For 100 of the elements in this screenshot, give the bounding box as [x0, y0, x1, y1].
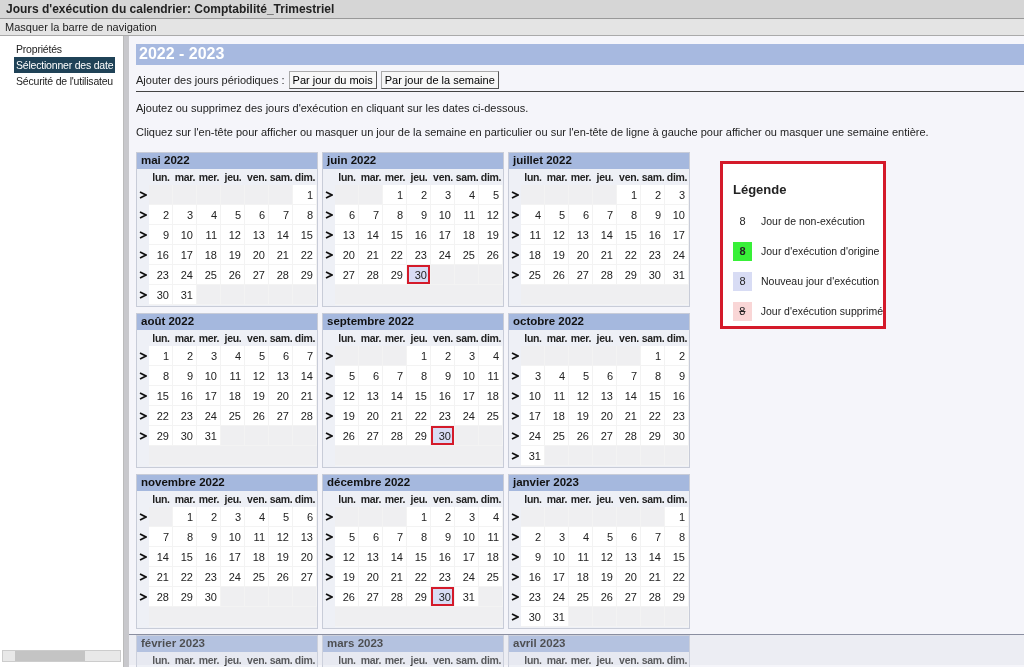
calendar-day[interactable]: 15 [383, 225, 407, 245]
calendar-day[interactable]: 7 [641, 527, 665, 547]
calendar-day[interactable]: 4 [569, 527, 593, 547]
row-toggle-icon[interactable] [139, 352, 147, 360]
calendar-day[interactable]: 17 [221, 547, 245, 567]
calendar-day[interactable]: 19 [479, 225, 503, 245]
calendar-day[interactable]: 22 [149, 406, 173, 426]
calendar-day[interactable]: 9 [407, 205, 431, 225]
row-toggle-icon[interactable] [511, 352, 519, 360]
weekday-header[interactable]: lun. [335, 654, 359, 666]
row-toggle-icon[interactable] [511, 553, 519, 561]
weekday-header[interactable]: ven. [617, 493, 641, 505]
weekday-header[interactable]: mer. [569, 654, 593, 666]
row-toggle-icon[interactable] [139, 211, 147, 219]
calendar-day[interactable]: 3 [545, 527, 569, 547]
calendar-day[interactable]: 12 [593, 547, 617, 567]
calendar-day[interactable]: 9 [431, 366, 455, 386]
calendar-day[interactable]: 25 [479, 406, 503, 426]
row-toggle-icon[interactable] [139, 412, 147, 420]
calendar-day[interactable]: 15 [617, 225, 641, 245]
calendar-day[interactable]: 4 [455, 185, 479, 205]
calendar-day[interactable]: 15 [407, 547, 431, 567]
weekday-header[interactable]: mer. [569, 332, 593, 344]
calendar-day[interactable]: 31 [521, 446, 545, 466]
weekday-header[interactable]: mar. [359, 171, 383, 183]
weekday-header[interactable]: dim. [293, 332, 317, 344]
calendar-day[interactable]: 24 [455, 406, 479, 426]
weekday-header[interactable]: sam. [455, 493, 479, 505]
calendar-day[interactable]: 25 [545, 426, 569, 446]
calendar-day[interactable]: 5 [479, 185, 503, 205]
row-toggle-icon[interactable] [139, 231, 147, 239]
calendar-day[interactable]: 14 [269, 225, 293, 245]
calendar-day[interactable]: 15 [407, 386, 431, 406]
calendar-day[interactable]: 5 [545, 205, 569, 225]
calendar-day[interactable]: 16 [407, 225, 431, 245]
calendar-day[interactable]: 17 [521, 406, 545, 426]
weekday-header[interactable]: jeu. [593, 171, 617, 183]
row-toggle-icon[interactable] [511, 251, 519, 259]
row-toggle-icon[interactable] [139, 553, 147, 561]
calendar-day[interactable]: 23 [665, 406, 689, 426]
calendar-day[interactable]: 25 [197, 265, 221, 285]
calendar-day[interactable]: 13 [293, 527, 317, 547]
calendar-day[interactable]: 7 [269, 205, 293, 225]
calendar-day[interactable]: 10 [197, 366, 221, 386]
row-toggle-icon[interactable] [511, 231, 519, 239]
calendar-day[interactable]: 27 [335, 265, 359, 285]
calendar-day[interactable]: 27 [593, 426, 617, 446]
calendar-day[interactable]: 3 [521, 366, 545, 386]
row-toggle-icon[interactable] [325, 432, 333, 440]
calendar-day[interactable]: 19 [545, 245, 569, 265]
row-toggle-icon[interactable] [325, 412, 333, 420]
calendar-day[interactable]: 2 [197, 507, 221, 527]
row-toggle-icon[interactable] [511, 513, 519, 521]
calendar-day[interactable]: 10 [431, 205, 455, 225]
calendar-day[interactable]: 30 [149, 285, 173, 305]
calendar-day[interactable]: 12 [545, 225, 569, 245]
row-toggle-icon[interactable] [139, 573, 147, 581]
calendar-day[interactable]: 13 [269, 366, 293, 386]
calendar-day[interactable]: 18 [197, 245, 221, 265]
row-toggle-icon[interactable] [511, 613, 519, 621]
calendar-day[interactable]: 1 [407, 346, 431, 366]
calendar-day[interactable]: 8 [641, 366, 665, 386]
calendar-day[interactable]: 19 [569, 406, 593, 426]
weekday-header[interactable]: ven. [431, 171, 455, 183]
calendar-day[interactable]: 30 [641, 265, 665, 285]
calendar-day[interactable]: 29 [407, 426, 431, 446]
calendar-day[interactable]: 31 [545, 607, 569, 627]
calendar-day[interactable]: 14 [383, 547, 407, 567]
calendar-day[interactable]: 21 [383, 567, 407, 587]
calendar-day[interactable]: 26 [221, 265, 245, 285]
calendar-day[interactable]: 14 [149, 547, 173, 567]
calendar-day[interactable]: 15 [293, 225, 317, 245]
calendar-day[interactable]: 13 [617, 547, 641, 567]
calendar-day[interactable]: 3 [431, 185, 455, 205]
calendar-day[interactable]: 7 [383, 527, 407, 547]
calendar-day[interactable]: 1 [665, 507, 689, 527]
calendar-day[interactable]: 3 [665, 185, 689, 205]
calendar-day[interactable]: 18 [245, 547, 269, 567]
calendar-day[interactable]: 23 [641, 245, 665, 265]
calendar-day[interactable]: 26 [569, 426, 593, 446]
calendar-day[interactable]: 15 [665, 547, 689, 567]
weekday-header[interactable]: jeu. [221, 171, 245, 183]
calendar-day[interactable]: 27 [617, 587, 641, 607]
calendar-day[interactable]: 18 [521, 245, 545, 265]
periodic-button[interactable]: Par jour de la semaine [380, 71, 499, 89]
calendar-day[interactable]: 7 [383, 366, 407, 386]
weekday-header[interactable]: jeu. [593, 654, 617, 666]
calendar-day[interactable]: 19 [245, 386, 269, 406]
calendar-day[interactable]: 27 [293, 567, 317, 587]
calendar-day[interactable]: 23 [173, 406, 197, 426]
calendar-day[interactable]: 22 [173, 567, 197, 587]
row-toggle-icon[interactable] [511, 573, 519, 581]
calendar-day[interactable]: 30 [665, 426, 689, 446]
calendar-day[interactable]: 16 [665, 386, 689, 406]
calendar-day[interactable]: 1 [641, 346, 665, 366]
calendar-day[interactable]: 13 [593, 386, 617, 406]
weekday-header[interactable]: mer. [197, 493, 221, 505]
weekday-header[interactable]: mar. [359, 654, 383, 666]
calendar-day[interactable]: 9 [431, 527, 455, 547]
calendar-day[interactable]: 1 [173, 507, 197, 527]
